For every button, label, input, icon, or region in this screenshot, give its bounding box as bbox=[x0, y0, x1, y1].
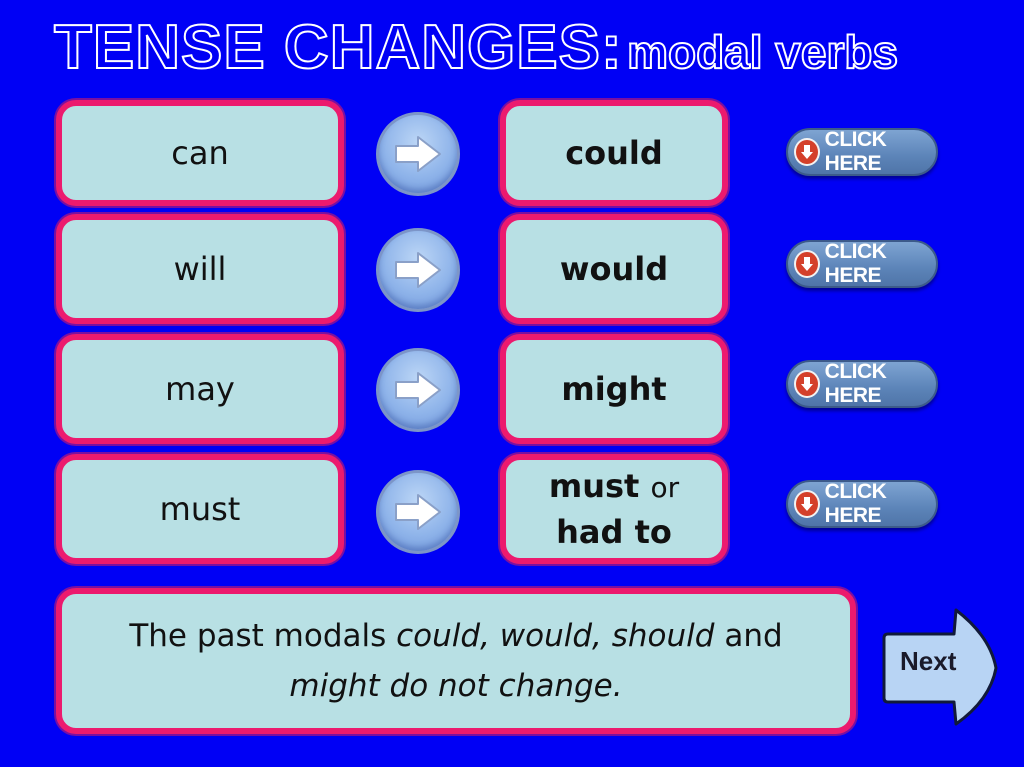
next-button[interactable]: Next bbox=[880, 606, 1000, 728]
past-modal-might: might bbox=[500, 334, 728, 444]
past-line-2: had to bbox=[556, 513, 672, 551]
present-text: must bbox=[159, 490, 241, 528]
past-modal-could: could bbox=[500, 100, 728, 206]
right-arrow-icon bbox=[395, 494, 441, 530]
present-text: can bbox=[171, 134, 229, 172]
note-italic: might do not change. bbox=[289, 668, 623, 704]
present-text: may bbox=[165, 370, 235, 408]
click-here-label: CLICK HERE bbox=[824, 128, 887, 175]
present-modal-may: may bbox=[56, 334, 344, 444]
reveal-arrow-button[interactable] bbox=[376, 112, 460, 196]
down-arrow-icon bbox=[794, 138, 820, 166]
present-text: will bbox=[173, 250, 227, 288]
past-text: must bbox=[548, 467, 640, 505]
title-sub: modal verbs bbox=[626, 25, 899, 79]
reveal-arrow-button[interactable] bbox=[376, 348, 460, 432]
note-line-1: The past modals could, would, should and bbox=[129, 611, 782, 661]
click-here-button[interactable]: CLICK HERE bbox=[786, 128, 938, 176]
or-text: or bbox=[650, 471, 680, 504]
down-arrow-icon bbox=[794, 490, 820, 518]
past-text: could bbox=[565, 134, 663, 172]
click-here-label: CLICK HERE bbox=[824, 240, 887, 287]
click-here-button[interactable]: CLICK HERE bbox=[786, 240, 938, 288]
right-arrow-icon bbox=[395, 252, 441, 288]
reveal-arrow-button[interactable] bbox=[376, 470, 460, 554]
note-text: and bbox=[714, 618, 783, 654]
down-arrow-icon bbox=[794, 370, 820, 398]
reveal-arrow-button[interactable] bbox=[376, 228, 460, 312]
note-box: The past modals could, would, should and… bbox=[56, 588, 856, 734]
title-main: TENSE CHANGES: bbox=[53, 12, 623, 83]
right-arrow-icon bbox=[395, 372, 441, 408]
click-here-label: CLICK HERE bbox=[824, 480, 887, 527]
click-here-label: CLICK HERE bbox=[824, 360, 887, 407]
past-modal-must-had-to: must or had to bbox=[500, 454, 728, 564]
note-italic: could, would, should bbox=[396, 618, 715, 654]
past-text: might bbox=[561, 370, 667, 408]
right-arrow-icon bbox=[395, 136, 441, 172]
present-modal-can: can bbox=[56, 100, 344, 206]
past-text: would bbox=[559, 250, 669, 288]
past-modal-would: would bbox=[500, 214, 728, 324]
present-modal-must: must bbox=[56, 454, 344, 564]
click-here-button[interactable]: CLICK HERE bbox=[786, 360, 938, 408]
note-line-2: might do not change. bbox=[289, 661, 622, 711]
click-here-button[interactable]: CLICK HERE bbox=[786, 480, 938, 528]
next-label: Next bbox=[900, 646, 957, 676]
past-line-1: must or bbox=[549, 464, 679, 510]
slide-title: TENSE CHANGES: modal verbs bbox=[53, 12, 899, 83]
down-arrow-icon bbox=[794, 250, 820, 278]
note-text: The past modals bbox=[129, 618, 397, 654]
present-modal-will: will bbox=[56, 214, 344, 324]
